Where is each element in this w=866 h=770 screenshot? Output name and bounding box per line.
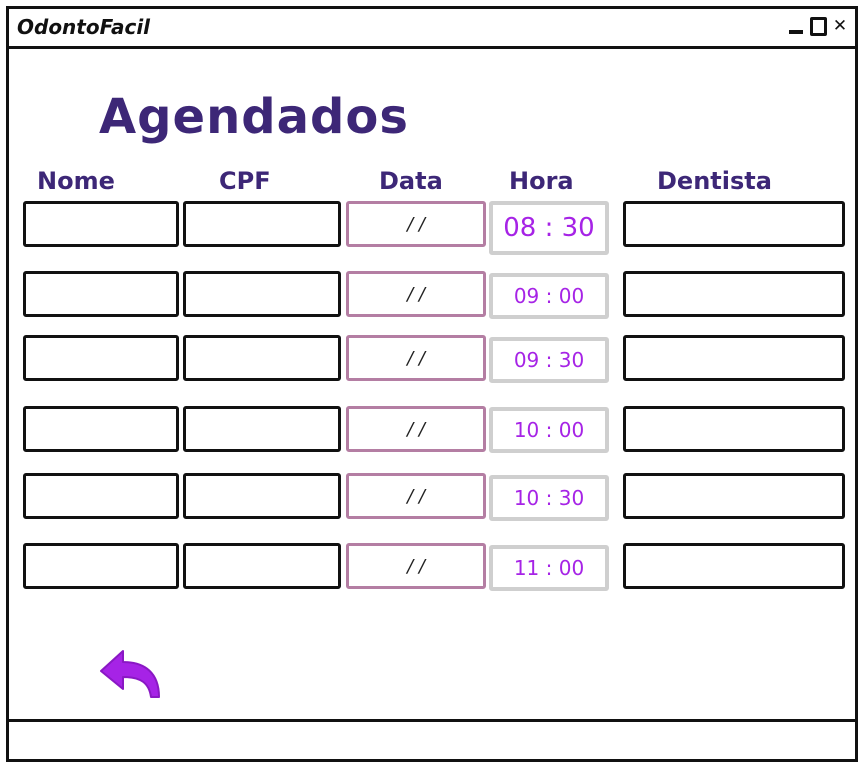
cpf-input[interactable] xyxy=(183,543,341,589)
maximize-button[interactable] xyxy=(809,15,827,37)
hora-input[interactable]: 09 : 00 xyxy=(489,273,609,319)
nome-input[interactable] xyxy=(23,271,179,317)
hora-input[interactable]: 10 : 00 xyxy=(489,407,609,453)
nome-input[interactable] xyxy=(23,543,179,589)
hora-input[interactable]: 11 : 00 xyxy=(489,545,609,591)
data-input[interactable]: / / xyxy=(346,201,486,247)
title-bar: OdontoFacil ✕ xyxy=(9,9,855,49)
page-title: Agendados xyxy=(99,89,409,145)
dentista-input[interactable] xyxy=(623,271,845,317)
window-controls: ✕ xyxy=(787,15,849,37)
cpf-input[interactable] xyxy=(183,271,341,317)
minimize-icon xyxy=(789,30,803,34)
minimize-button[interactable] xyxy=(787,15,805,37)
nome-input[interactable] xyxy=(23,201,179,247)
dentista-input[interactable] xyxy=(623,335,845,381)
status-bar xyxy=(9,719,855,759)
dentista-input[interactable] xyxy=(623,543,845,589)
maximize-icon xyxy=(809,16,827,36)
app-window: OdontoFacil ✕ Agendados Nome CPF Data Ho… xyxy=(6,6,858,762)
data-input[interactable]: / / xyxy=(346,406,486,452)
cpf-input[interactable] xyxy=(183,335,341,381)
column-header-dentista: Dentista xyxy=(657,167,772,195)
close-icon: ✕ xyxy=(832,16,848,36)
column-header-cpf: CPF xyxy=(219,167,271,195)
data-input[interactable]: / / xyxy=(346,335,486,381)
column-header-nome: Nome xyxy=(37,167,115,195)
nome-input[interactable] xyxy=(23,406,179,452)
dentista-input[interactable] xyxy=(623,201,845,247)
dentista-input[interactable] xyxy=(623,473,845,519)
cpf-input[interactable] xyxy=(183,406,341,452)
data-input[interactable]: / / xyxy=(346,543,486,589)
close-button[interactable]: ✕ xyxy=(831,15,849,37)
hora-input[interactable]: 09 : 30 xyxy=(489,337,609,383)
nome-input[interactable] xyxy=(23,335,179,381)
cpf-input[interactable] xyxy=(183,473,341,519)
column-header-hora: Hora xyxy=(509,167,574,195)
nome-input[interactable] xyxy=(23,473,179,519)
undo-arrow-icon xyxy=(100,650,160,698)
hora-input[interactable]: 08 : 30 xyxy=(489,201,609,255)
dentista-input[interactable] xyxy=(623,406,845,452)
column-header-data: Data xyxy=(379,167,443,195)
data-input[interactable]: / / xyxy=(346,271,486,317)
data-input[interactable]: / / xyxy=(346,473,486,519)
hora-input[interactable]: 10 : 30 xyxy=(489,475,609,521)
cpf-input[interactable] xyxy=(183,201,341,247)
back-button[interactable] xyxy=(97,645,167,705)
app-title: OdontoFacil xyxy=(17,15,151,39)
